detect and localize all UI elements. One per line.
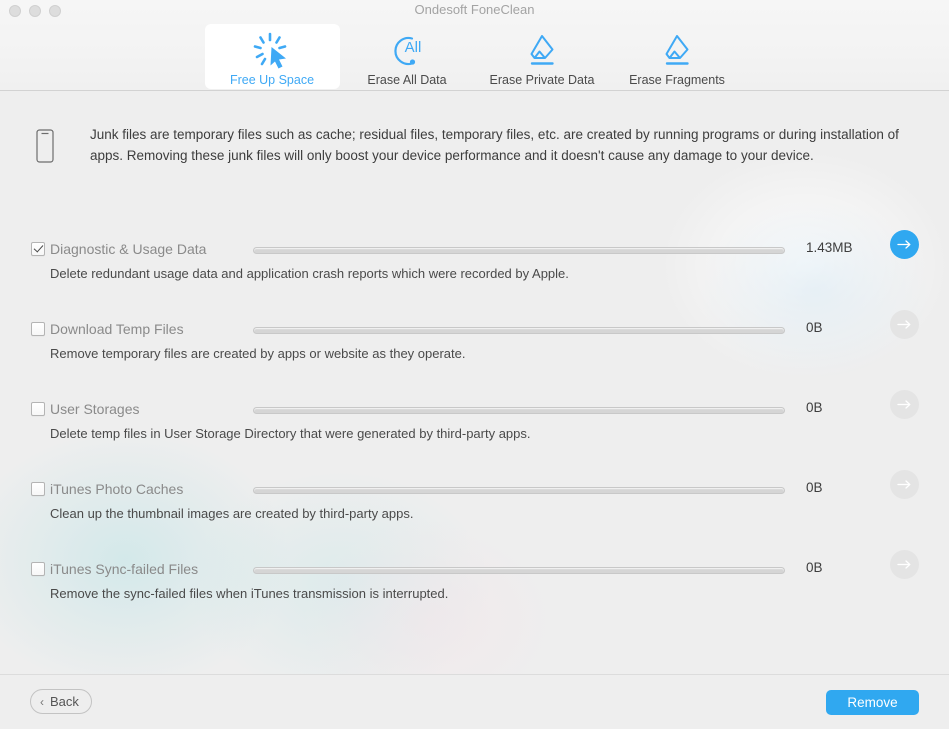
title-bar: Ondesoft FoneClean Free Up Space All Era… (0, 0, 949, 91)
item-description: Remove temporary files are created by ap… (50, 346, 466, 361)
list-item[interactable]: iTunes Photo Caches 0B Clean up the thum… (0, 470, 949, 559)
list-item[interactable]: Diagnostic & Usage Data 1.43MB Delete re… (0, 230, 949, 319)
eraser-icon (522, 31, 562, 71)
item-description: Delete redundant usage data and applicat… (50, 266, 569, 281)
toolbar-item-label: Erase Fragments (629, 73, 725, 87)
erase-all-circle-icon: All (387, 31, 427, 71)
chevron-left-icon: ‹ (40, 694, 44, 709)
item-title: User Storages (50, 401, 140, 417)
toolbar-item-label: Erase Private Data (489, 73, 595, 87)
list-item[interactable]: iTunes Sync-failed Files 0B Remove the s… (0, 550, 949, 639)
item-detail-arrow-button (890, 550, 919, 579)
item-checkbox[interactable] (31, 322, 45, 336)
item-detail-arrow-button (890, 390, 919, 419)
app-window: Ondesoft FoneClean Free Up Space All Era… (0, 0, 949, 729)
item-progress-bar (253, 407, 785, 414)
eraser-icon (657, 31, 697, 71)
toolbar-item-free-up-space[interactable]: Free Up Space (204, 24, 340, 89)
back-button[interactable]: ‹ Back (30, 689, 92, 714)
item-title: iTunes Photo Caches (50, 481, 184, 497)
list-item[interactable]: Download Temp Files 0B Remove temporary … (0, 310, 949, 399)
item-progress-bar (253, 567, 785, 574)
cleanup-item-list: Diagnostic & Usage Data 1.43MB Delete re… (0, 230, 949, 639)
item-size: 1.43MB (806, 240, 853, 255)
toolbar-item-label: Erase All Data (367, 73, 447, 87)
item-size: 0B (806, 560, 823, 575)
toolbar: Free Up Space All Erase All Data Erase P… (0, 24, 949, 89)
item-size: 0B (806, 400, 823, 415)
item-description: Remove the sync-failed files when iTunes… (50, 586, 449, 601)
item-progress-bar (253, 247, 785, 254)
info-banner: Junk files are temporary files such as c… (36, 124, 916, 168)
toolbar-item-erase-private-data[interactable]: Erase Private Data (475, 24, 610, 89)
back-button-label: Back (50, 694, 79, 709)
item-title: Diagnostic & Usage Data (50, 241, 207, 257)
item-checkbox[interactable] (31, 482, 45, 496)
info-banner-text: Junk files are temporary files such as c… (90, 127, 899, 163)
item-size: 0B (806, 480, 823, 495)
toolbar-item-erase-all-data[interactable]: All Erase All Data (340, 24, 475, 89)
toolbar-item-erase-fragments[interactable]: Erase Fragments (610, 24, 745, 89)
item-detail-arrow-button (890, 470, 919, 499)
item-detail-arrow-button (890, 310, 919, 339)
svg-text:All: All (405, 39, 422, 56)
item-checkbox[interactable] (31, 562, 45, 576)
item-size: 0B (806, 320, 823, 335)
phone-device-icon (36, 129, 58, 168)
item-checkbox[interactable] (31, 242, 45, 256)
toolbar-item-label: Free Up Space (229, 73, 315, 87)
remove-button[interactable]: Remove (826, 690, 919, 715)
item-progress-bar (253, 327, 785, 334)
item-detail-arrow-button[interactable] (890, 230, 919, 259)
item-title: Download Temp Files (50, 321, 184, 337)
item-checkbox[interactable] (31, 402, 45, 416)
item-description: Delete temp files in User Storage Direct… (50, 426, 531, 441)
item-description: Clean up the thumbnail images are create… (50, 506, 414, 521)
item-title: iTunes Sync-failed Files (50, 561, 199, 577)
bottom-bar: ‹ Back Remove (0, 674, 949, 729)
list-item[interactable]: User Storages 0B Delete temp files in Us… (0, 390, 949, 479)
item-progress-bar (253, 487, 785, 494)
click-sparkle-icon (252, 31, 292, 71)
window-title: Ondesoft FoneClean (414, 2, 535, 17)
content-area: Junk files are temporary files such as c… (0, 91, 949, 674)
